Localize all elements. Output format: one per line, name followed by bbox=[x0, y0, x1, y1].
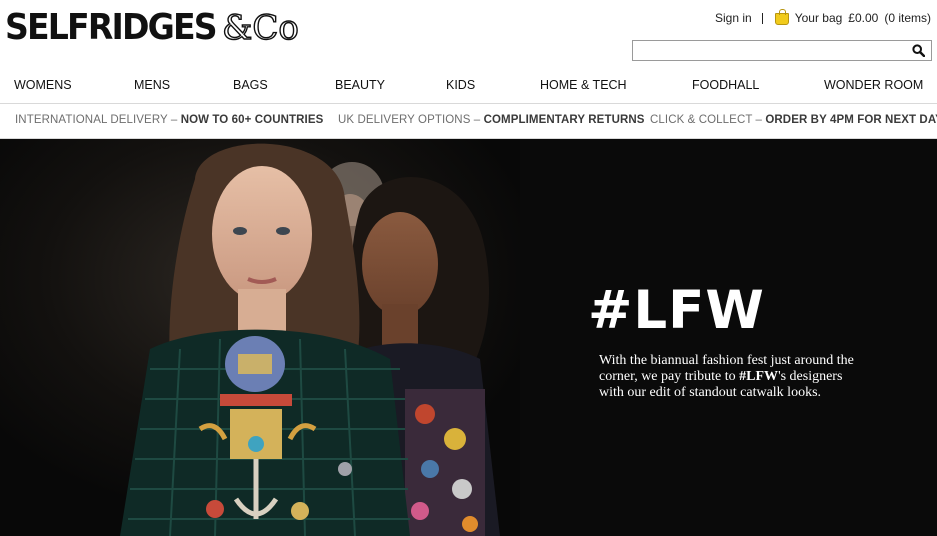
nav-bags[interactable]: BAGS bbox=[233, 78, 268, 92]
delivery-click-collect[interactable]: CLICK & COLLECT – ORDER BY 4PM FOR NEXT … bbox=[650, 114, 937, 126]
hero-catwalk-photo bbox=[0, 139, 520, 536]
bag-count: (0 items) bbox=[884, 11, 931, 25]
account-bar: Sign in Your bag £0.00 (0 items) bbox=[715, 9, 931, 26]
nav-kids[interactable]: KIDS bbox=[446, 78, 475, 92]
search-input[interactable] bbox=[633, 41, 903, 60]
shopping-bag-icon[interactable] bbox=[774, 9, 789, 25]
search-bar bbox=[632, 40, 932, 61]
nav-mens[interactable]: MENS bbox=[134, 78, 170, 92]
sign-in-link[interactable]: Sign in bbox=[715, 11, 752, 25]
logo-suffix: &Co bbox=[221, 7, 299, 48]
hero-banner[interactable]: #LFW With the biannual fashion fest just… bbox=[0, 139, 937, 536]
delivery-international-label: INTERNATIONAL DELIVERY – bbox=[15, 114, 178, 126]
account-separator bbox=[761, 12, 763, 24]
delivery-click-collect-label: CLICK & COLLECT – bbox=[650, 114, 763, 126]
bag-total: £0.00 bbox=[848, 11, 879, 25]
bag-label: Your bag bbox=[794, 11, 843, 25]
search-icon[interactable] bbox=[912, 44, 925, 57]
delivery-uk[interactable]: UK DELIVERY OPTIONS – COMPLIMENTARY RETU… bbox=[338, 114, 645, 126]
delivery-uk-label: UK DELIVERY OPTIONS – bbox=[338, 114, 481, 126]
main-navigation: WOMENS MENS BAGS BEAUTY KIDS HOME & TECH… bbox=[0, 68, 937, 103]
nav-foodhall[interactable]: FOODHALL bbox=[692, 78, 759, 92]
logo-wordmark: SELFRIDGES bbox=[5, 7, 218, 48]
nav-wonder-room[interactable]: WONDER ROOM bbox=[824, 78, 923, 92]
hero-text-bold: #LFW bbox=[739, 369, 779, 384]
nav-home-tech[interactable]: HOME & TECH bbox=[540, 78, 627, 92]
nav-beauty[interactable]: BEAUTY bbox=[335, 78, 385, 92]
hero-title: #LFW bbox=[588, 280, 765, 341]
hero-description: With the biannual fashion fest just arou… bbox=[599, 353, 869, 401]
hero-copy: #LFW With the biannual fashion fest just… bbox=[588, 283, 888, 401]
delivery-international[interactable]: INTERNATIONAL DELIVERY – NOW TO 60+ COUN… bbox=[15, 114, 323, 126]
delivery-strip: INTERNATIONAL DELIVERY – NOW TO 60+ COUN… bbox=[0, 104, 937, 138]
delivery-international-highlight: NOW TO 60+ COUNTRIES bbox=[180, 114, 324, 126]
nav-womens[interactable]: WOMENS bbox=[14, 78, 72, 92]
bag-link[interactable]: Your bag £0.00 (0 items) bbox=[795, 11, 931, 25]
selfridges-logo[interactable]: SELFRIDGES &Co bbox=[5, 7, 300, 48]
delivery-click-collect-highlight: ORDER BY 4PM FOR NEXT DAY bbox=[765, 114, 937, 126]
delivery-uk-highlight: COMPLIMENTARY RETURNS bbox=[483, 114, 645, 126]
